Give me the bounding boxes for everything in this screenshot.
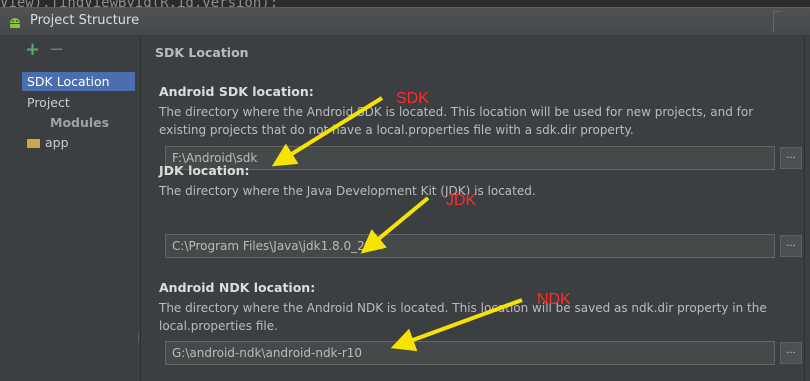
sdk-annotation: SDK: [396, 90, 429, 107]
jdk-label: JDK location:: [159, 163, 250, 178]
android-studio-icon: [10, 18, 20, 28]
folder-icon: [27, 139, 40, 148]
sidebar: + − SDK Location Project Modules app ⁞ ⁞: [0, 35, 141, 381]
modules-header: Modules: [50, 115, 110, 130]
section-title: SDK Location: [155, 45, 249, 60]
sidebar-item-label: Project: [27, 95, 70, 110]
ndk-annotation: NDK: [537, 291, 571, 308]
sidebar-item-app[interactable]: app: [22, 133, 135, 152]
jdk-path-field[interactable]: C:\Program Files\Java\jdk1.8.0_25: [165, 234, 775, 258]
sidebar-item-label: SDK Location: [27, 74, 110, 89]
right-edge-divider: [804, 35, 810, 381]
sidebar-item-label: app: [45, 135, 69, 150]
jdk-description: The directory where the Java Development…: [159, 184, 536, 198]
android-sdk-group: Android SDK location: The directory wher…: [159, 84, 799, 139]
title-bar[interactable]: Project Structure: [0, 7, 810, 35]
sidebar-item-sdk-location[interactable]: SDK Location: [22, 72, 135, 91]
android-sdk-label: Android SDK location:: [159, 84, 314, 99]
window-control[interactable]: [773, 11, 780, 32]
remove-module-button[interactable]: −: [49, 41, 64, 59]
jdk-browse-button[interactable]: ...: [780, 235, 802, 257]
android-ndk-path-field[interactable]: G:\android-ndk\android-ndk-r10: [165, 341, 775, 365]
android-ndk-browse-button[interactable]: ...: [780, 342, 802, 364]
jdk-group: JDK location: The directory where the Ja…: [159, 163, 799, 200]
window-title: Project Structure: [30, 13, 140, 28]
sidebar-item-project[interactable]: Project: [22, 93, 135, 112]
android-ndk-label: Android NDK location:: [159, 280, 316, 295]
add-module-button[interactable]: +: [25, 41, 40, 59]
android-ndk-group: Android NDK location: The directory wher…: [159, 280, 799, 335]
jdk-annotation: JDK: [446, 192, 477, 209]
splitter-handle[interactable]: ⁞ ⁞: [137, 332, 140, 346]
android-sdk-description: The directory where the Android SDK is l…: [159, 105, 754, 137]
android-ndk-description: The directory where the Android NDK is l…: [159, 301, 767, 333]
